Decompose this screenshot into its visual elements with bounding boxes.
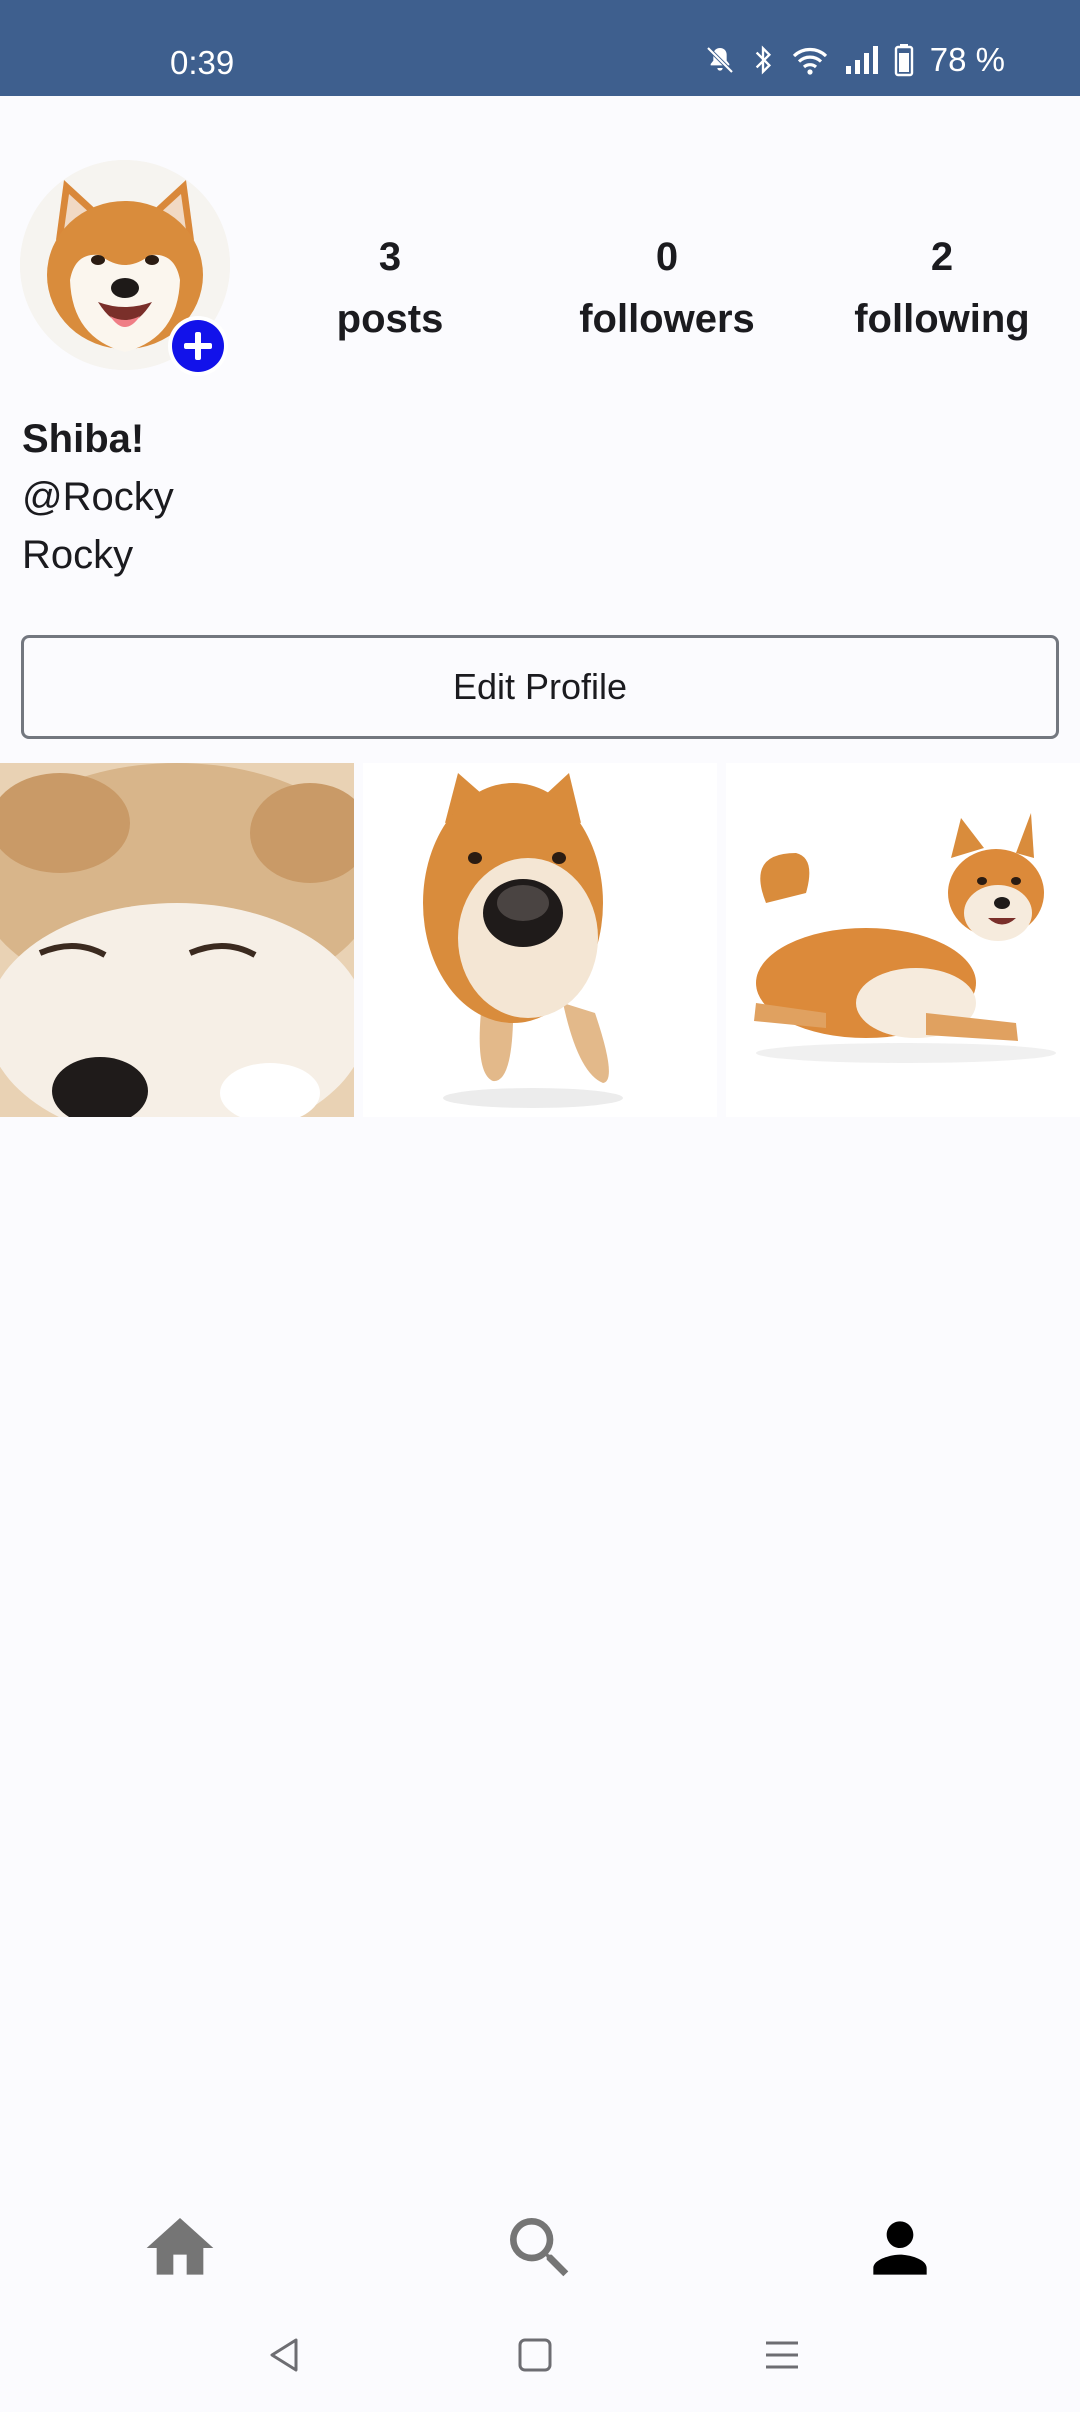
system-back-button[interactable] <box>260 2330 310 2380</box>
home-icon <box>146 2218 214 2275</box>
back-icon <box>270 2338 298 2372</box>
profile-header: 3 posts 0 followers 2 following <box>0 96 1080 396</box>
person-icon <box>873 2221 927 2275</box>
status-time: 0:39 <box>170 44 235 81</box>
display-name: Shiba! <box>22 417 145 461</box>
battery-icon <box>894 44 913 77</box>
nav-search-button[interactable] <box>500 2208 580 2288</box>
following-label: following <box>854 297 1030 341</box>
wifi-icon <box>792 48 827 75</box>
bluetooth-icon <box>755 45 771 75</box>
shiba-lying-photo <box>726 763 1080 1117</box>
profile-bio: Shiba! @Rocky Rocky <box>22 410 174 584</box>
post-thumbnail[interactable] <box>726 763 1080 1117</box>
system-recents-button[interactable] <box>757 2330 807 2380</box>
recents-icon <box>766 2341 798 2369</box>
followers-label: followers <box>579 297 755 341</box>
status-icons: 78 % <box>704 40 1005 80</box>
posts-grid <box>0 763 1080 1117</box>
posts-label: posts <box>336 297 444 341</box>
search-icon <box>510 2218 569 2277</box>
post-thumbnail[interactable] <box>363 763 717 1117</box>
stat-posts[interactable]: 3 posts <box>280 226 500 350</box>
status-bar: 0:39 78 % <box>0 0 1080 96</box>
system-home-button[interactable] <box>510 2330 560 2380</box>
stat-followers[interactable]: 0 followers <box>557 226 777 350</box>
avatar-container[interactable] <box>20 160 230 376</box>
username-handle: @Rocky <box>22 475 174 519</box>
bottom-navigation <box>0 2190 1080 2300</box>
shiba-standing-photo <box>363 763 717 1117</box>
nav-profile-button[interactable] <box>860 2208 940 2288</box>
stat-following[interactable]: 2 following <box>832 226 1052 350</box>
following-count: 2 <box>930 235 954 279</box>
add-photo-button[interactable] <box>168 316 228 376</box>
mute-icon <box>706 46 734 74</box>
signal-icon <box>845 46 878 74</box>
followers-count: 0 <box>655 235 679 279</box>
nav-home-button[interactable] <box>140 2208 220 2288</box>
edit-profile-button[interactable]: Edit Profile <box>21 635 1059 739</box>
posts-count: 3 <box>378 235 402 279</box>
battery-percentage: 78 % <box>929 41 1005 78</box>
shiba-closeup-photo <box>0 763 354 1117</box>
post-thumbnail[interactable] <box>0 763 354 1117</box>
system-navigation-bar <box>0 2300 1080 2412</box>
plus-icon <box>172 320 224 372</box>
bio-text: Rocky <box>22 533 134 577</box>
home-square-icon <box>518 2338 552 2372</box>
